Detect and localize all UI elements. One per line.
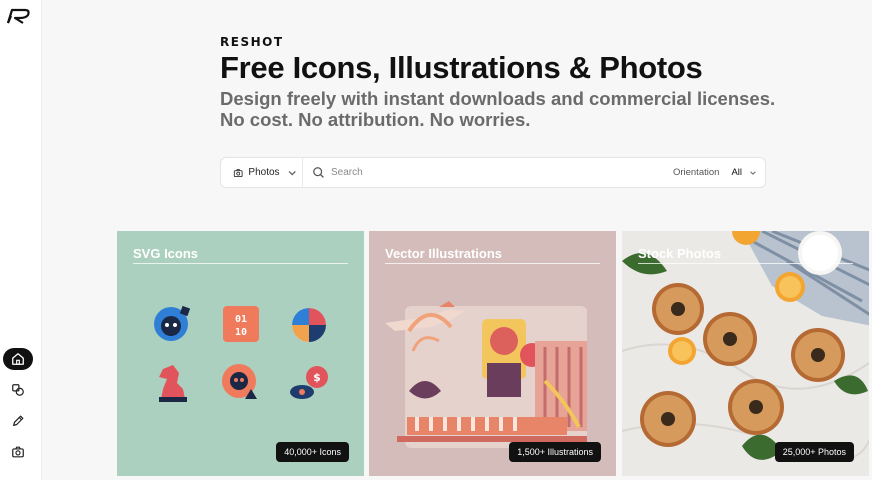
svg-text:$: $	[313, 371, 321, 384]
dollar-eye-icon: $	[290, 366, 328, 399]
sidebar-item-home[interactable]	[3, 348, 33, 370]
home-icon	[12, 353, 24, 365]
search-icon	[313, 167, 324, 178]
page-title: Free Icons, Illustrations & Photos	[220, 50, 703, 85]
card-title: SVG Icons	[133, 246, 199, 261]
svg-text:01: 01	[235, 314, 247, 325]
pencil-icon	[13, 415, 24, 426]
page-subtitle: Design freely with instant downloads and…	[220, 88, 780, 130]
donut	[791, 328, 845, 382]
chevron-down-icon	[288, 170, 296, 176]
asset-type-value: Photos	[248, 167, 280, 178]
donut	[703, 312, 757, 366]
chevron-down-icon	[750, 170, 756, 175]
ninja-icon	[154, 305, 191, 341]
sidebar-item-icons[interactable]	[3, 379, 33, 401]
chess-knight-icon	[159, 365, 187, 402]
brand-wordmark[interactable]: RESHOT	[220, 35, 284, 49]
shapes-icon	[12, 384, 24, 396]
pie-chart-icon	[292, 308, 326, 342]
donut	[640, 391, 696, 447]
camera-icon	[233, 168, 243, 177]
camera-icon	[12, 446, 24, 458]
main-content: RESHOT Free Icons, Illustrations & Photo…	[42, 0, 872, 480]
orientation-value: All	[731, 167, 742, 178]
binary-icon: 0110	[223, 306, 259, 342]
card-count-badge: 40,000+ Icons	[276, 442, 349, 462]
subtitle-line-1: Design freely with instant downloads and…	[220, 88, 776, 109]
donut	[728, 379, 784, 435]
orientation-dropdown[interactable]: All	[731, 167, 757, 178]
svg-text:10: 10	[235, 327, 247, 338]
category-card-vector-illustrations[interactable]: Vector Illustrations 1,500+ Illustration…	[369, 231, 616, 476]
card-title: Vector Illustrations	[385, 246, 503, 261]
card-count-badge: 1,500+ Illustrations	[509, 442, 601, 462]
sidebar-item-illustrations[interactable]	[3, 410, 33, 432]
orientation-label: Orientation	[672, 167, 720, 178]
sidebar	[0, 0, 42, 480]
card-divider	[133, 263, 348, 264]
donut	[652, 283, 704, 335]
sidebar-item-photos[interactable]	[3, 441, 33, 463]
card-count-badge: 25,000+ Photos	[774, 442, 854, 462]
donuts-photo	[622, 231, 869, 476]
category-card-stock-photos[interactable]: Stock Photos 25,000+ Photos	[622, 231, 869, 476]
subtitle-line-2: No cost. No attribution. No worries.	[220, 109, 531, 130]
search-input[interactable]	[331, 167, 673, 178]
reshot-logo[interactable]	[5, 6, 33, 26]
card-title: Stock Photos	[638, 246, 722, 261]
illustration-showcase-art	[385, 301, 587, 448]
card-divider	[638, 263, 853, 264]
asset-type-dropdown[interactable]: Photos	[221, 158, 303, 187]
card-divider	[385, 263, 600, 264]
search-bar: Photos Orientation All	[220, 157, 766, 188]
icons-showcase-art: 0110 $	[154, 305, 328, 402]
skull-warning-icon	[222, 364, 257, 399]
category-card-svg-icons[interactable]: 01 10 $ SVG Icons 40,000+ Icons	[117, 231, 364, 476]
